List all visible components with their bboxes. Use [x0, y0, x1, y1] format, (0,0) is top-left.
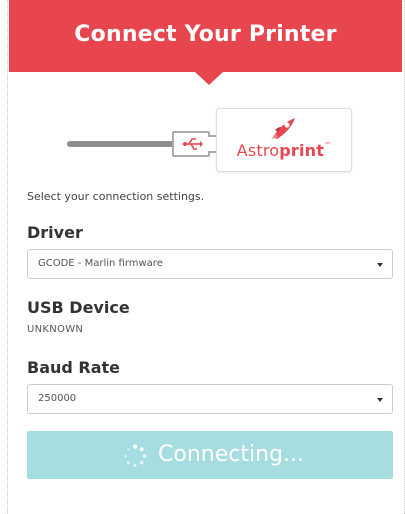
usb-plug-icon — [172, 131, 210, 157]
usb-cable-icon — [67, 141, 175, 147]
baud-rate-label: Baud Rate — [27, 358, 121, 377]
usb-device-value: UNKNOWN — [27, 324, 84, 335]
connect-button-label: Connecting... — [158, 442, 304, 467]
chevron-down-icon — [377, 263, 383, 267]
rocket-icon — [271, 118, 295, 139]
usb-device-label: USB Device — [27, 298, 130, 317]
baud-rate-selected-value: 250000 — [38, 393, 77, 404]
page-title: Connect Your Printer — [74, 22, 337, 47]
header-bar: Connect Your Printer — [9, 0, 402, 72]
logo-trademark: ™ — [324, 141, 332, 149]
connect-button[interactable]: Connecting... — [27, 431, 393, 479]
driver-label: Driver — [27, 223, 83, 242]
driver-selected-value: GCODE - Marlin firmware — [38, 258, 163, 269]
logo-text-light: Astro — [236, 141, 280, 160]
baud-rate-select[interactable]: 250000 — [27, 384, 393, 414]
astroprint-logo: Astroprint™ — [217, 141, 351, 160]
intro-text: Select your connection settings. — [27, 190, 205, 203]
header-pointer — [195, 72, 223, 85]
usb-symbol-icon — [183, 138, 203, 150]
spinner-icon — [124, 444, 147, 467]
chevron-down-icon — [377, 398, 383, 402]
logo-text-bold: print — [279, 141, 325, 160]
driver-select[interactable]: GCODE - Marlin firmware — [27, 249, 393, 279]
astroprint-device-card: Astroprint™ — [216, 108, 352, 172]
